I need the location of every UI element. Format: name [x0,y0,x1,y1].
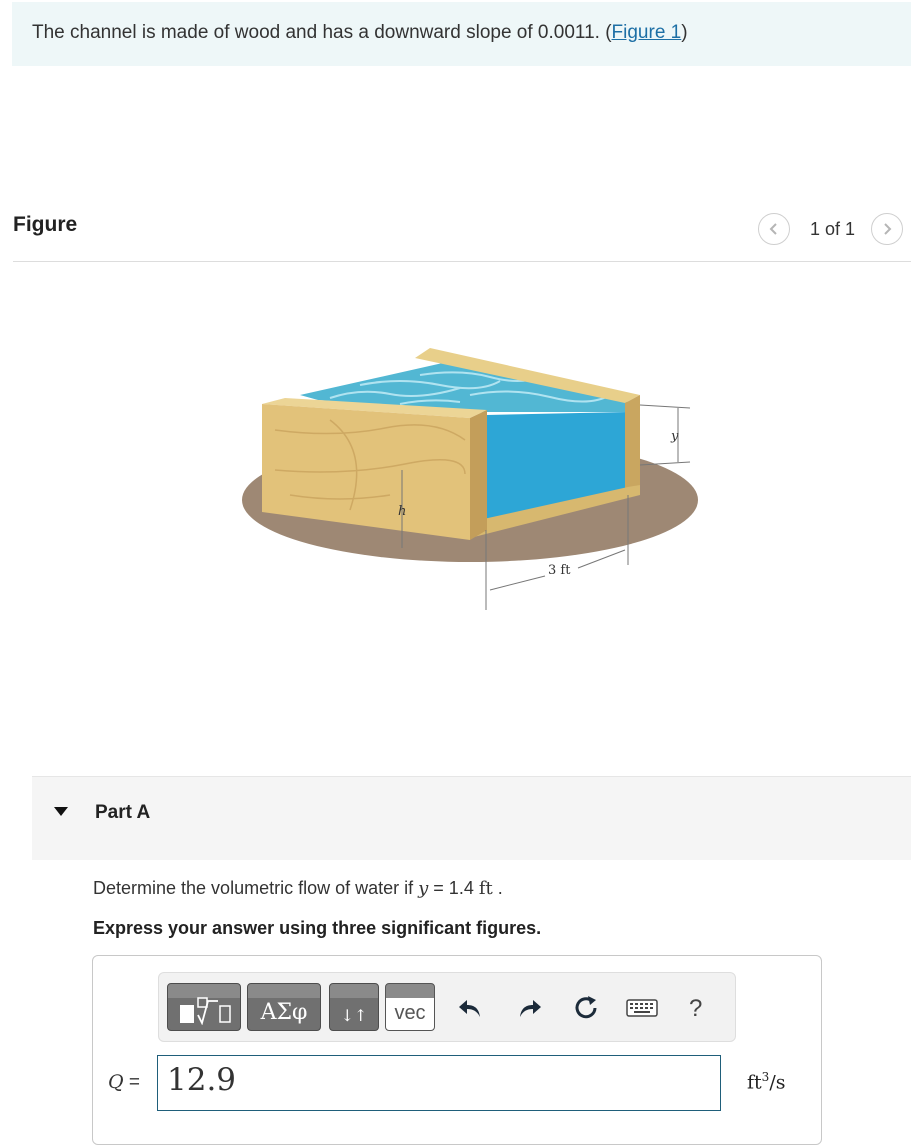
answer-input[interactable]: 12.9 [157,1055,721,1111]
vector-button[interactable]: vec [385,983,435,1031]
vec-label: vec [394,1002,426,1024]
unit-tail: /s [769,1071,786,1094]
problem-statement: The channel is made of wood and has a do… [12,2,911,66]
answer-unit: ft3/s [747,1070,785,1093]
greek-symbols-label: ΑΣφ [260,1000,308,1025]
keyboard-icon [626,999,658,1017]
back-wall-end [625,395,640,492]
figure-heading: Figure [13,213,78,236]
h-label: h [398,504,406,519]
reset-button[interactable] [571,993,601,1023]
question-prefix: Determine the volumetric flow of water i… [93,878,419,898]
statement-text: The channel is made of wood and has a do… [32,22,600,43]
link-paren-close: ) [681,22,688,43]
arrows-label: ↓↑ [340,1006,368,1025]
fraction-radical-template-icon [180,997,231,1025]
question-variable: y [418,878,429,899]
help-button[interactable]: ? [689,995,702,1023]
width-label: 3 ft [548,563,571,578]
question-unit: ft [478,878,493,899]
y-label: y [670,429,679,444]
math-toolbar: ΑΣφ ↓↑ vec ? [158,972,736,1042]
unit-base: ft [747,1071,762,1094]
figure-divider [13,261,911,262]
question-equals: = 1.4 [428,878,479,898]
part-a-label: Part A [95,802,151,823]
question-text: Determine the volumetric flow of water i… [93,878,503,899]
channel-figure: h y 3 ft [242,348,698,610]
redo-button[interactable] [515,993,545,1023]
chevron-right-icon [884,223,892,235]
part-a-header[interactable]: Part A [32,776,911,860]
next-figure-button[interactable] [871,213,904,245]
question-suffix: . [492,878,503,898]
greek-symbols-button[interactable]: ΑΣφ [247,983,321,1031]
undo-icon [459,1000,480,1017]
chevron-left-icon [769,223,777,235]
figure-1-link[interactable]: Figure 1 [612,22,682,43]
reset-icon [575,996,597,1019]
subscript-superscript-button[interactable]: ↓↑ [329,983,379,1031]
answer-equals: = [123,1072,140,1093]
answer-variable-label: Q = [108,1071,140,1094]
front-wall-end [470,410,487,540]
prev-figure-button[interactable] [758,213,790,245]
undo-button[interactable] [455,993,485,1023]
redo-icon [520,1000,541,1017]
figure-pager: 1 of 1 [758,212,904,246]
figure-count: 1 of 1 [810,218,856,239]
keyboard-button[interactable] [625,993,659,1023]
answer-variable: Q [108,1071,124,1093]
template-button[interactable] [167,983,241,1031]
link-paren-open: ( [599,22,612,43]
instruction-text: Express your answer using three signific… [93,918,542,938]
caret-down-icon [54,807,68,816]
